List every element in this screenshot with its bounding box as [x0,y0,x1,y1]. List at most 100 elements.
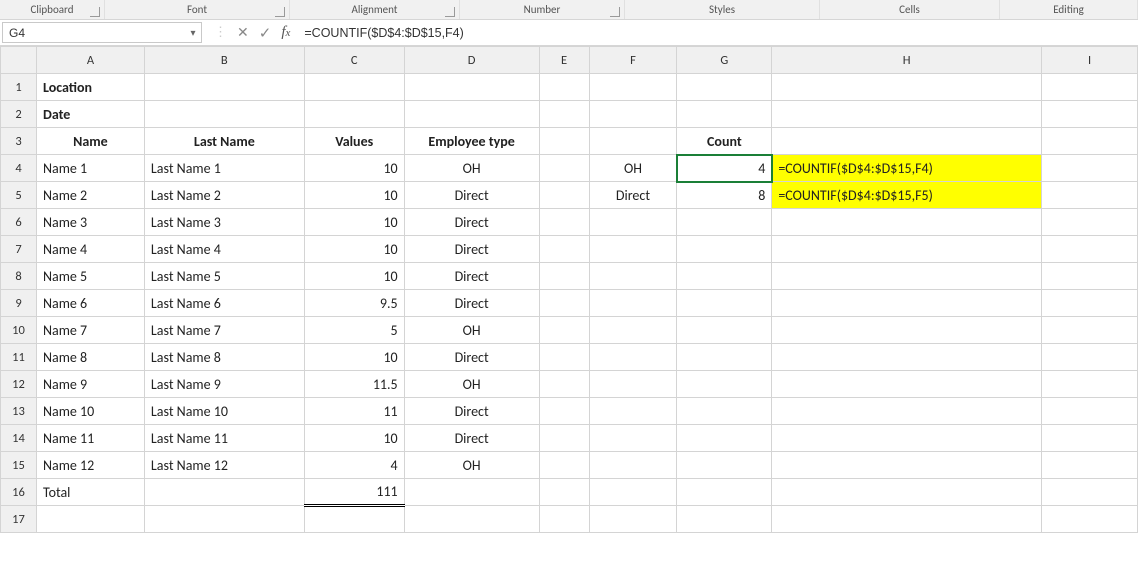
row-header-4[interactable]: 4 [1,155,37,182]
cell-H9[interactable] [772,290,1042,317]
cell-D14[interactable]: Direct [404,425,539,452]
cell-H1[interactable] [772,74,1042,101]
cell-F7[interactable] [589,236,677,263]
cell-G7[interactable] [677,236,772,263]
cell-G3[interactable]: Count [677,128,772,155]
cell-F17[interactable] [589,506,677,533]
cell-D11[interactable]: Direct [404,344,539,371]
cell-F15[interactable] [589,452,677,479]
cell-B12[interactable]: Last Name 9 [144,371,304,398]
col-header-D[interactable]: D [404,47,539,74]
row-header-14[interactable]: 14 [1,425,37,452]
row-header-10[interactable]: 10 [1,317,37,344]
cell-C14[interactable]: 10 [304,425,404,452]
cell-H6[interactable] [772,209,1042,236]
cell-D4[interactable]: OH [404,155,539,182]
ribbon-group-cells[interactable]: Cells [820,0,1000,19]
cell-A15[interactable]: Name 12 [37,452,145,479]
cell-D9[interactable]: Direct [404,290,539,317]
cell-F10[interactable] [589,317,677,344]
cell-E2[interactable] [539,101,589,128]
ribbon-group-alignment[interactable]: Alignment [290,0,460,19]
cell-D15[interactable]: OH [404,452,539,479]
col-header-C[interactable]: C [304,47,404,74]
row-header-13[interactable]: 13 [1,398,37,425]
cell-E15[interactable] [539,452,589,479]
cell-I11[interactable] [1042,344,1138,371]
cell-G16[interactable] [677,479,772,506]
cell-A1[interactable]: Location [37,74,145,101]
formula-bar[interactable] [300,20,1138,45]
cell-C6[interactable]: 10 [304,209,404,236]
cell-A3[interactable]: Name [37,128,145,155]
cell-H3[interactable] [772,128,1042,155]
cell-C10[interactable]: 5 [304,317,404,344]
cell-A2[interactable]: Date [37,101,145,128]
cell-D17[interactable] [404,506,539,533]
cell-B14[interactable]: Last Name 11 [144,425,304,452]
cell-B17[interactable] [144,506,304,533]
col-header-A[interactable]: A [37,47,145,74]
cell-I3[interactable] [1042,128,1138,155]
dialog-launcher-icon[interactable] [275,7,285,17]
cell-B2[interactable] [144,101,304,128]
cell-C11[interactable]: 10 [304,344,404,371]
cell-G12[interactable] [677,371,772,398]
cell-B10[interactable]: Last Name 7 [144,317,304,344]
cell-B15[interactable]: Last Name 12 [144,452,304,479]
cell-G14[interactable] [677,425,772,452]
cell-H8[interactable] [772,263,1042,290]
row-header-7[interactable]: 7 [1,236,37,263]
cell-G9[interactable] [677,290,772,317]
select-all-corner[interactable] [1,47,37,74]
cell-D5[interactable]: Direct [404,182,539,209]
cell-D2[interactable] [404,101,539,128]
cell-G4[interactable]: 4 [677,155,772,182]
col-header-E[interactable]: E [539,47,589,74]
cell-A6[interactable]: Name 3 [37,209,145,236]
row-header-6[interactable]: 6 [1,209,37,236]
formula-bar-input[interactable] [300,24,1138,42]
cell-C4[interactable]: 10 [304,155,404,182]
cell-H5[interactable]: =COUNTIF($D$4:$D$15,F5) [772,182,1042,209]
row-header-8[interactable]: 8 [1,263,37,290]
ribbon-group-styles[interactable]: Styles [625,0,820,19]
cell-D13[interactable]: Direct [404,398,539,425]
cell-A17[interactable] [37,506,145,533]
row-header-3[interactable]: 3 [1,128,37,155]
cell-F6[interactable] [589,209,677,236]
cell-B6[interactable]: Last Name 3 [144,209,304,236]
cell-E8[interactable] [539,263,589,290]
cell-D16[interactable] [404,479,539,506]
cell-I14[interactable] [1042,425,1138,452]
cell-D1[interactable] [404,74,539,101]
cell-C13[interactable]: 11 [304,398,404,425]
cell-F4[interactable]: OH [589,155,677,182]
row-header-11[interactable]: 11 [1,344,37,371]
cell-E17[interactable] [539,506,589,533]
cancel-formula-button[interactable]: ✕ [237,24,249,41]
cell-E5[interactable] [539,182,589,209]
cell-A7[interactable]: Name 4 [37,236,145,263]
row-header-1[interactable]: 1 [1,74,37,101]
cell-C3[interactable]: Values [304,128,404,155]
cell-C8[interactable]: 10 [304,263,404,290]
cell-C5[interactable]: 10 [304,182,404,209]
cell-G13[interactable] [677,398,772,425]
cell-B4[interactable]: Last Name 1 [144,155,304,182]
cell-E12[interactable] [539,371,589,398]
cell-E13[interactable] [539,398,589,425]
name-box[interactable]: ▾ [2,22,202,43]
cell-I6[interactable] [1042,209,1138,236]
insert-function-button[interactable]: fx [281,24,290,41]
cell-G1[interactable] [677,74,772,101]
row-header-5[interactable]: 5 [1,182,37,209]
cell-G17[interactable] [677,506,772,533]
cell-I4[interactable] [1042,155,1138,182]
cell-I8[interactable] [1042,263,1138,290]
cell-H15[interactable] [772,452,1042,479]
cell-I10[interactable] [1042,317,1138,344]
cell-H16[interactable] [772,479,1042,506]
cell-F5[interactable]: Direct [589,182,677,209]
cell-E7[interactable] [539,236,589,263]
